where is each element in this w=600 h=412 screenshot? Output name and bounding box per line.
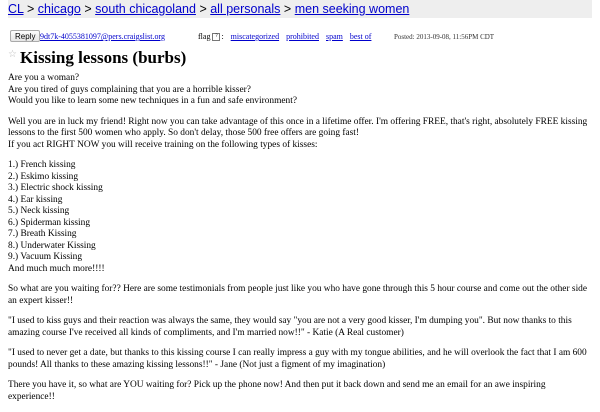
body-line: Would you like to learn some new techniq… [8, 96, 298, 106]
reply-button[interactable]: Reply [10, 30, 41, 42]
breadcrumb-separator: > [199, 2, 207, 16]
list-item: 8.) Underwater Kissing [8, 240, 96, 251]
body-line: Are you a woman? [8, 73, 80, 83]
body-line: pounds! All thanks to these amazing kiss… [8, 359, 386, 370]
breadcrumb-separator: > [27, 2, 35, 16]
waiting-paragraph: So what are you waiting for?? Here are s… [8, 284, 594, 307]
breadcrumb-separator: > [84, 2, 92, 16]
body-line: an expert kisser!! [8, 295, 74, 306]
testimonial-katie: "I used to kiss guys and their reaction … [8, 316, 594, 339]
page-title: Kissing lessons (burbs) [20, 48, 187, 67]
posted-date: Posted: 2013-09-08, 11:56PM CDT [394, 33, 495, 41]
post-header: Reply 9dt7k-4055381097@pers.craigslist.o… [8, 30, 592, 44]
post-body: Are you a woman? Are you tired of guys c… [8, 73, 594, 412]
reply-email-link[interactable]: 9dt7k-4055381097@pers.craigslist.org [40, 30, 165, 44]
body-line: So what are you waiting for?? Here are s… [8, 284, 588, 294]
breadcrumb-chicago[interactable]: chicago [38, 2, 81, 16]
flag-best-of-link[interactable]: best of [350, 32, 372, 41]
body-line: experience!! [8, 391, 55, 402]
breadcrumb-separator: > [283, 2, 292, 16]
list-item: 4.) Ear kissing [8, 194, 63, 205]
flag-miscategorized-link[interactable]: miscategorized [231, 32, 279, 41]
kiss-list: 1.) French kissing 2.) Eskimo kissing 3.… [8, 160, 594, 275]
list-item: 2.) Eskimo kissing [8, 171, 79, 182]
list-item: 9.) Vacuum Kissing [8, 252, 83, 262]
body-line: Well you are in luck my friend! Right no… [8, 116, 588, 127]
breadcrumb-all-personals[interactable]: all personals [210, 2, 280, 16]
list-item: 3.) Electric shock kissing [8, 183, 103, 193]
offer-paragraph: Well you are in luck my friend! Right no… [8, 117, 594, 152]
flag-prohibited-link[interactable]: prohibited [286, 32, 319, 41]
intro-paragraph: Are you a woman? Are you tired of guys c… [8, 73, 594, 108]
list-item: 7.) Breath Kissing [8, 229, 77, 239]
help-icon[interactable]: ? [212, 33, 221, 41]
star-icon[interactable]: ☆ [8, 49, 17, 60]
body-line: amazing course I've received all kinds o… [8, 327, 404, 338]
list-item: 5.) Neck kissing [8, 206, 70, 216]
list-item: 6.) Spiderman kissing [8, 217, 91, 228]
list-item: And much much more!!!! [8, 263, 105, 274]
breadcrumb-south-chicagoland[interactable]: south chicagoland [95, 2, 196, 16]
body-line: If you act RIGHT NOW you will receive tr… [8, 139, 318, 150]
body-line: There you have it, so what are YOU waiti… [8, 380, 546, 390]
body-line: "I used to never get a date, but thanks … [8, 348, 587, 358]
flag-bar: flag?: miscategorized prohibited spam be… [198, 32, 372, 41]
testimonial-jane: "I used to never get a date, but thanks … [8, 348, 594, 371]
breadcrumb-cl[interactable]: CL [8, 2, 24, 16]
body-line: Are you tired of guys complaining that y… [8, 84, 251, 95]
body-line: "I used to kiss guys and their reaction … [8, 316, 572, 326]
list-item: 1.) French kissing [8, 160, 76, 170]
flag-label: flag [198, 32, 211, 41]
flag-spam-link[interactable]: spam [326, 32, 343, 41]
body-line: lessons to the first 500 women who apply… [8, 128, 360, 138]
breadcrumb: CL > chicago > south chicagoland > all p… [8, 0, 592, 18]
breadcrumb-men-seeking-women[interactable]: men seeking women [295, 2, 410, 16]
